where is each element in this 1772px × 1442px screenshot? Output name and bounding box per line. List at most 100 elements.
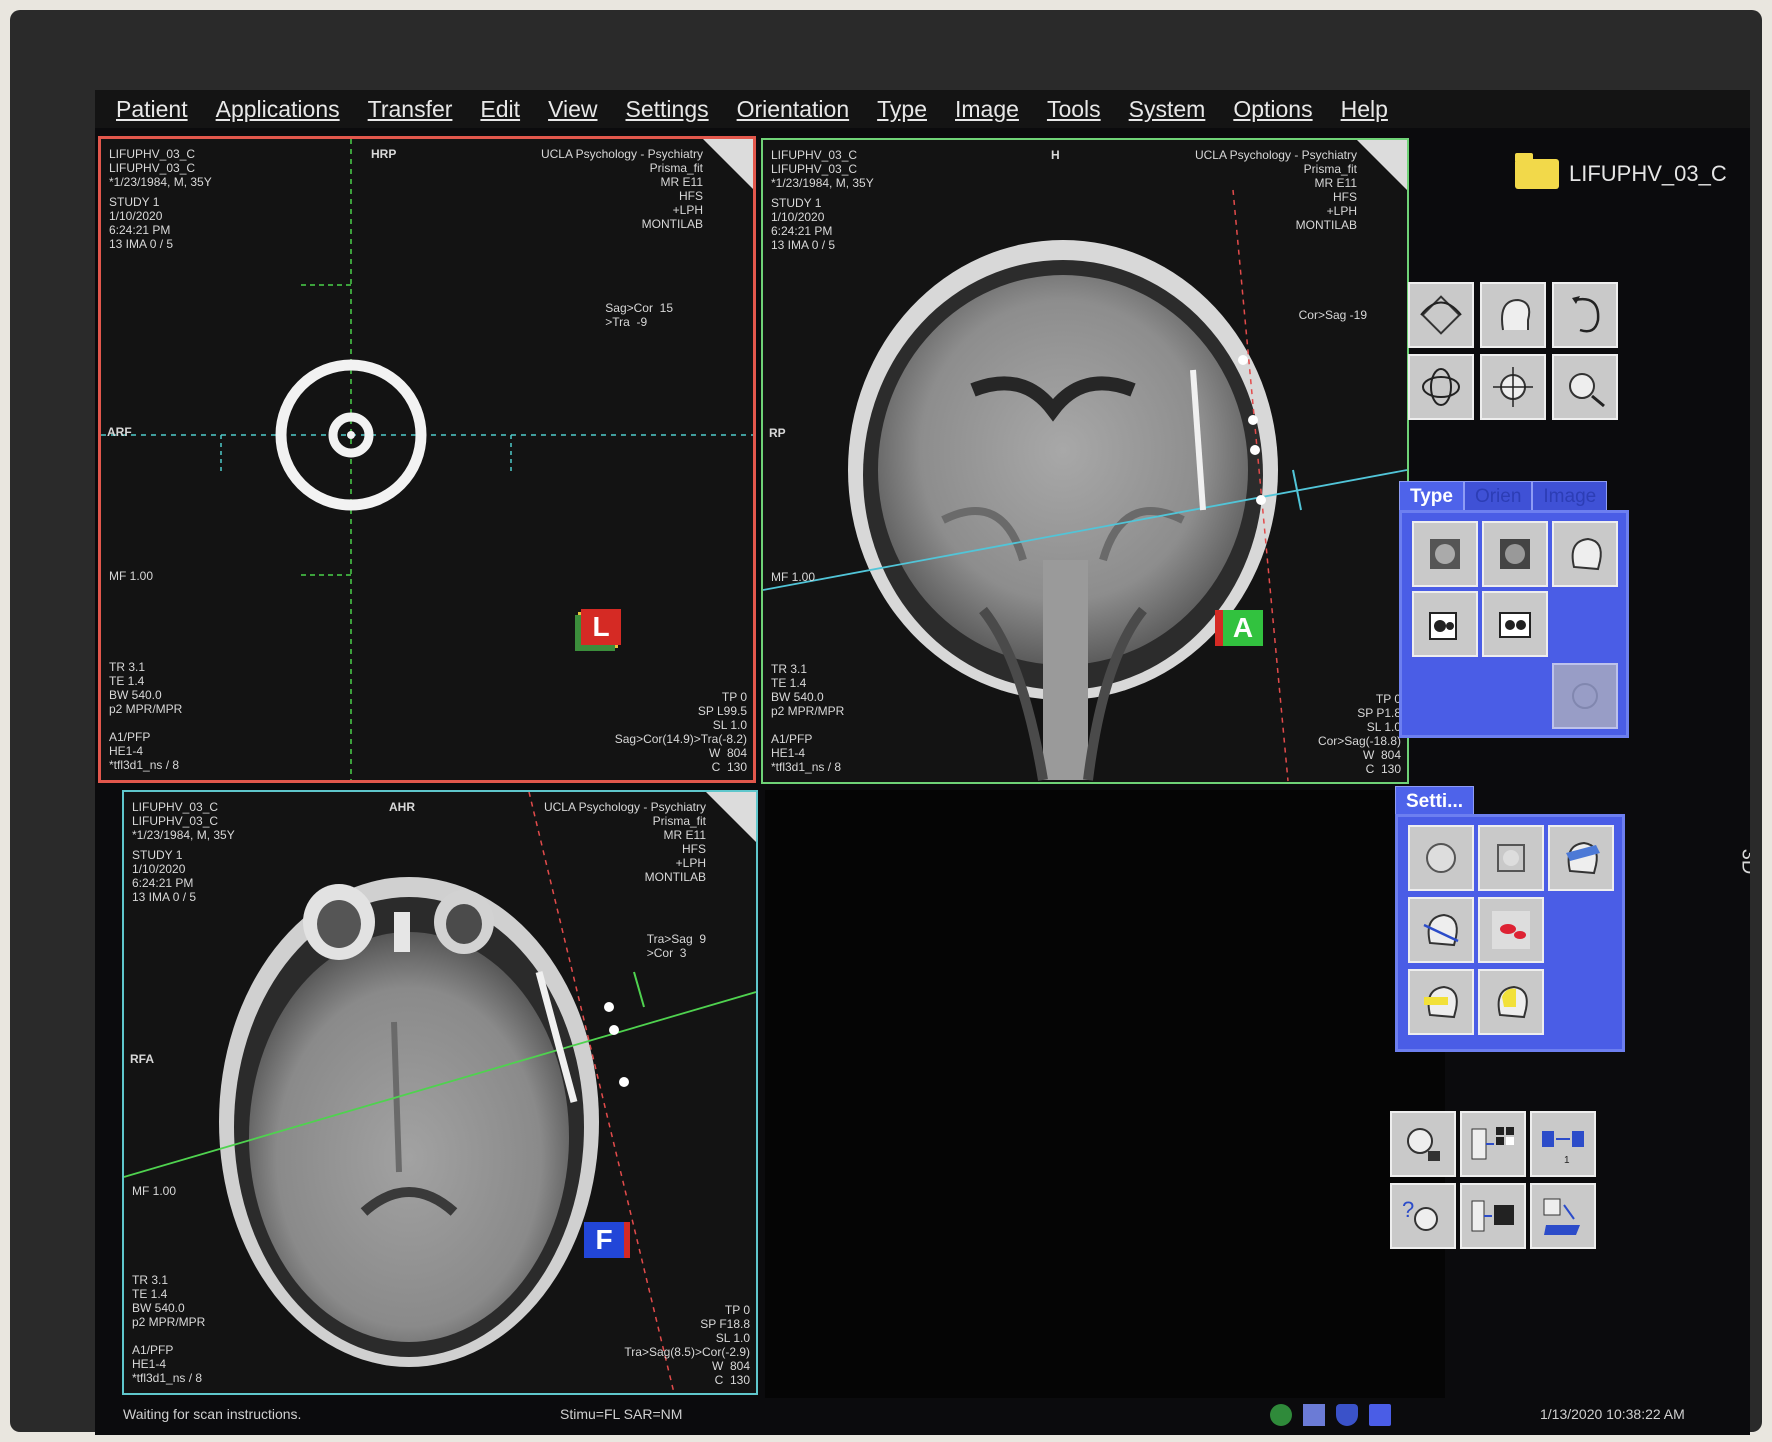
- screen: Patient Applications Transfer Edit View …: [95, 90, 1750, 1435]
- status-stimulation: Stimu=FL SAR=NM: [560, 1406, 683, 1422]
- orientation-cube[interactable]: A: [1223, 610, 1263, 646]
- settings-head-7[interactable]: [1478, 969, 1544, 1035]
- pan-head-icon: [1493, 367, 1533, 407]
- magnification: MF 1.00: [132, 1184, 177, 1198]
- status-shield-icon[interactable]: [1336, 1404, 1358, 1426]
- patient-info: LIFUPHV_03_C LIFUPHV_03_C *1/23/1984, M,…: [771, 148, 874, 190]
- grid-dark-tool[interactable]: [1460, 1183, 1526, 1249]
- menu-help[interactable]: Help: [1330, 96, 1399, 123]
- settings-head-2[interactable]: [1478, 825, 1544, 891]
- mpr-view-button[interactable]: [1412, 521, 1478, 587]
- layout-grid-tool[interactable]: [1460, 1111, 1526, 1177]
- viewport-coronal[interactable]: LIFUPHV_03_C LIFUPHV_03_C *1/23/1984, M,…: [761, 138, 1409, 784]
- status-scanner-icon[interactable]: [1270, 1404, 1292, 1426]
- orientation-label: H: [1051, 148, 1060, 162]
- question-head-icon: ?: [1402, 1197, 1438, 1231]
- head-outline-icon: [1501, 298, 1531, 331]
- menu-type[interactable]: Type: [866, 96, 938, 123]
- institution-info: UCLA Psychology - Psychiatry Prisma_fit …: [1194, 148, 1357, 232]
- slice-info: TP 0 SP L99.5 SL 1.0 Sag>Cor(14.9)>Tra(-…: [614, 690, 747, 774]
- status-crosshair-icon[interactable]: [1303, 1404, 1325, 1426]
- slab-icon: [1499, 612, 1531, 638]
- tab-orien[interactable]: Orien: [1463, 481, 1533, 513]
- page-fold-icon[interactable]: [703, 139, 753, 189]
- settings-head-3[interactable]: [1548, 825, 1614, 891]
- menu-patient[interactable]: Patient: [105, 96, 199, 123]
- magnification: MF 1.00: [771, 570, 816, 584]
- transfer-tool[interactable]: 1: [1530, 1111, 1596, 1177]
- film-head-tool[interactable]: [1390, 1111, 1456, 1177]
- study-info: STUDY 1 1/10/2020 6:24:21 PM 13 IMA 0 / …: [771, 196, 836, 252]
- orientation-label: AHR: [389, 800, 415, 814]
- grid-layout-icon: [1471, 1127, 1514, 1160]
- right-panel: LIFUPHV_03_C Type Orien Image Setti... 1…: [1390, 136, 1750, 1386]
- menu-orientation[interactable]: Orientation: [726, 96, 861, 123]
- slab-view-button[interactable]: [1482, 591, 1548, 657]
- scan-ring-image: [101, 139, 753, 780]
- menu-transfer[interactable]: Transfer: [357, 96, 464, 123]
- orbit-tool[interactable]: [1408, 354, 1474, 420]
- rotate-plane-icon: [1420, 295, 1462, 335]
- head-yellow-icon: [1497, 985, 1528, 1019]
- menu-tools[interactable]: Tools: [1036, 96, 1112, 123]
- reference-info: Sag>Cor 15 >Tra -9: [605, 301, 673, 329]
- help-head-tool[interactable]: ?: [1390, 1183, 1456, 1249]
- status-bar: Waiting for scan instructions. Stimu=FL …: [95, 1400, 1750, 1430]
- save-folder-tool[interactable]: [1530, 1183, 1596, 1249]
- disabled-view-button[interactable]: [1552, 663, 1618, 729]
- settings-head-4[interactable]: [1408, 897, 1474, 963]
- tab-type[interactable]: Type: [1399, 481, 1464, 513]
- settings-pane: [1395, 814, 1625, 1052]
- institution-info: UCLA Psychology - Psychiatry Prisma_fit …: [543, 800, 706, 884]
- orientation-side-label: ARF: [107, 425, 132, 439]
- ssd-view-button[interactable]: [1412, 591, 1478, 657]
- page-fold-icon[interactable]: [706, 792, 756, 842]
- vrt-view-button[interactable]: [1552, 521, 1618, 587]
- viewport-axial[interactable]: LIFUPHV_03_C LIFUPHV_03_C *1/23/1984, M,…: [122, 790, 758, 1395]
- slice-info: TP 0 SP F18.8 SL 1.0 Tra>Sag(8.5)>Cor(-2…: [624, 1303, 750, 1387]
- orientation-cube[interactable]: L: [581, 609, 621, 645]
- settings-head-5[interactable]: [1478, 897, 1544, 963]
- status-datetime: 1/13/2020 10:38:22 AM: [1540, 1406, 1685, 1422]
- head-film-icon: [1407, 1128, 1440, 1161]
- red-region-icon: [1492, 911, 1530, 949]
- rotate-arrow-icon: [1572, 296, 1600, 333]
- reference-info: Tra>Sag 9 >Cor 3: [646, 932, 706, 960]
- menu-view[interactable]: View: [537, 96, 608, 123]
- volume-cube-icon: [1429, 612, 1457, 640]
- zoom-head-icon: [1569, 373, 1605, 408]
- menu-settings[interactable]: Settings: [615, 96, 720, 123]
- menu-edit[interactable]: Edit: [469, 96, 531, 123]
- menu-applications[interactable]: Applications: [205, 96, 351, 123]
- skull-icon: [1571, 537, 1602, 571]
- rotate-tool[interactable]: [1552, 282, 1618, 348]
- tab-image[interactable]: Image: [1532, 481, 1608, 513]
- viewport-sagittal-ring[interactable]: LIFUPHV_03_C LIFUPHV_03_C *1/23/1984, M,…: [98, 136, 756, 783]
- rotate-plane-tool[interactable]: [1408, 282, 1474, 348]
- menu-system[interactable]: System: [1118, 96, 1217, 123]
- menu-options[interactable]: Options: [1222, 96, 1323, 123]
- settings-head-6[interactable]: [1408, 969, 1474, 1035]
- menu-image[interactable]: Image: [944, 96, 1030, 123]
- sequence-params: TR 3.1 TE 1.4 BW 540.0 p2 MPR/MPR A1/PFP…: [132, 1273, 206, 1385]
- svg-text:1: 1: [1564, 1155, 1570, 1166]
- pan-head-tool[interactable]: [1480, 354, 1546, 420]
- head-view-tool[interactable]: [1480, 282, 1546, 348]
- orientation-cube[interactable]: F: [584, 1222, 624, 1258]
- zoom-head-tool[interactable]: [1552, 354, 1618, 420]
- status-network-icon[interactable]: [1369, 1404, 1391, 1426]
- patient-folder[interactable]: LIFUPHV_03_C: [1515, 153, 1727, 189]
- mip-brain-icon: [1500, 539, 1530, 569]
- side-label-3d: 3D: [1737, 848, 1750, 875]
- page-fold-icon[interactable]: [1357, 140, 1407, 190]
- institution-info: UCLA Psychology - Psychiatry Prisma_fit …: [540, 147, 703, 231]
- sequence-params: TR 3.1 TE 1.4 BW 540.0 p2 MPR/MPR A1/PFP…: [771, 662, 845, 774]
- head-band-icon: [1566, 841, 1600, 875]
- settings-head-1[interactable]: [1408, 825, 1474, 891]
- mip-view-button[interactable]: [1482, 521, 1548, 587]
- study-info: STUDY 1 1/10/2020 6:24:21 PM 13 IMA 0 / …: [109, 195, 174, 251]
- type-pane: [1399, 510, 1629, 738]
- folder-label: LIFUPHV_03_C: [1569, 161, 1727, 186]
- viewport-empty[interactable]: [765, 790, 1445, 1398]
- status-message: Waiting for scan instructions.: [123, 1406, 302, 1422]
